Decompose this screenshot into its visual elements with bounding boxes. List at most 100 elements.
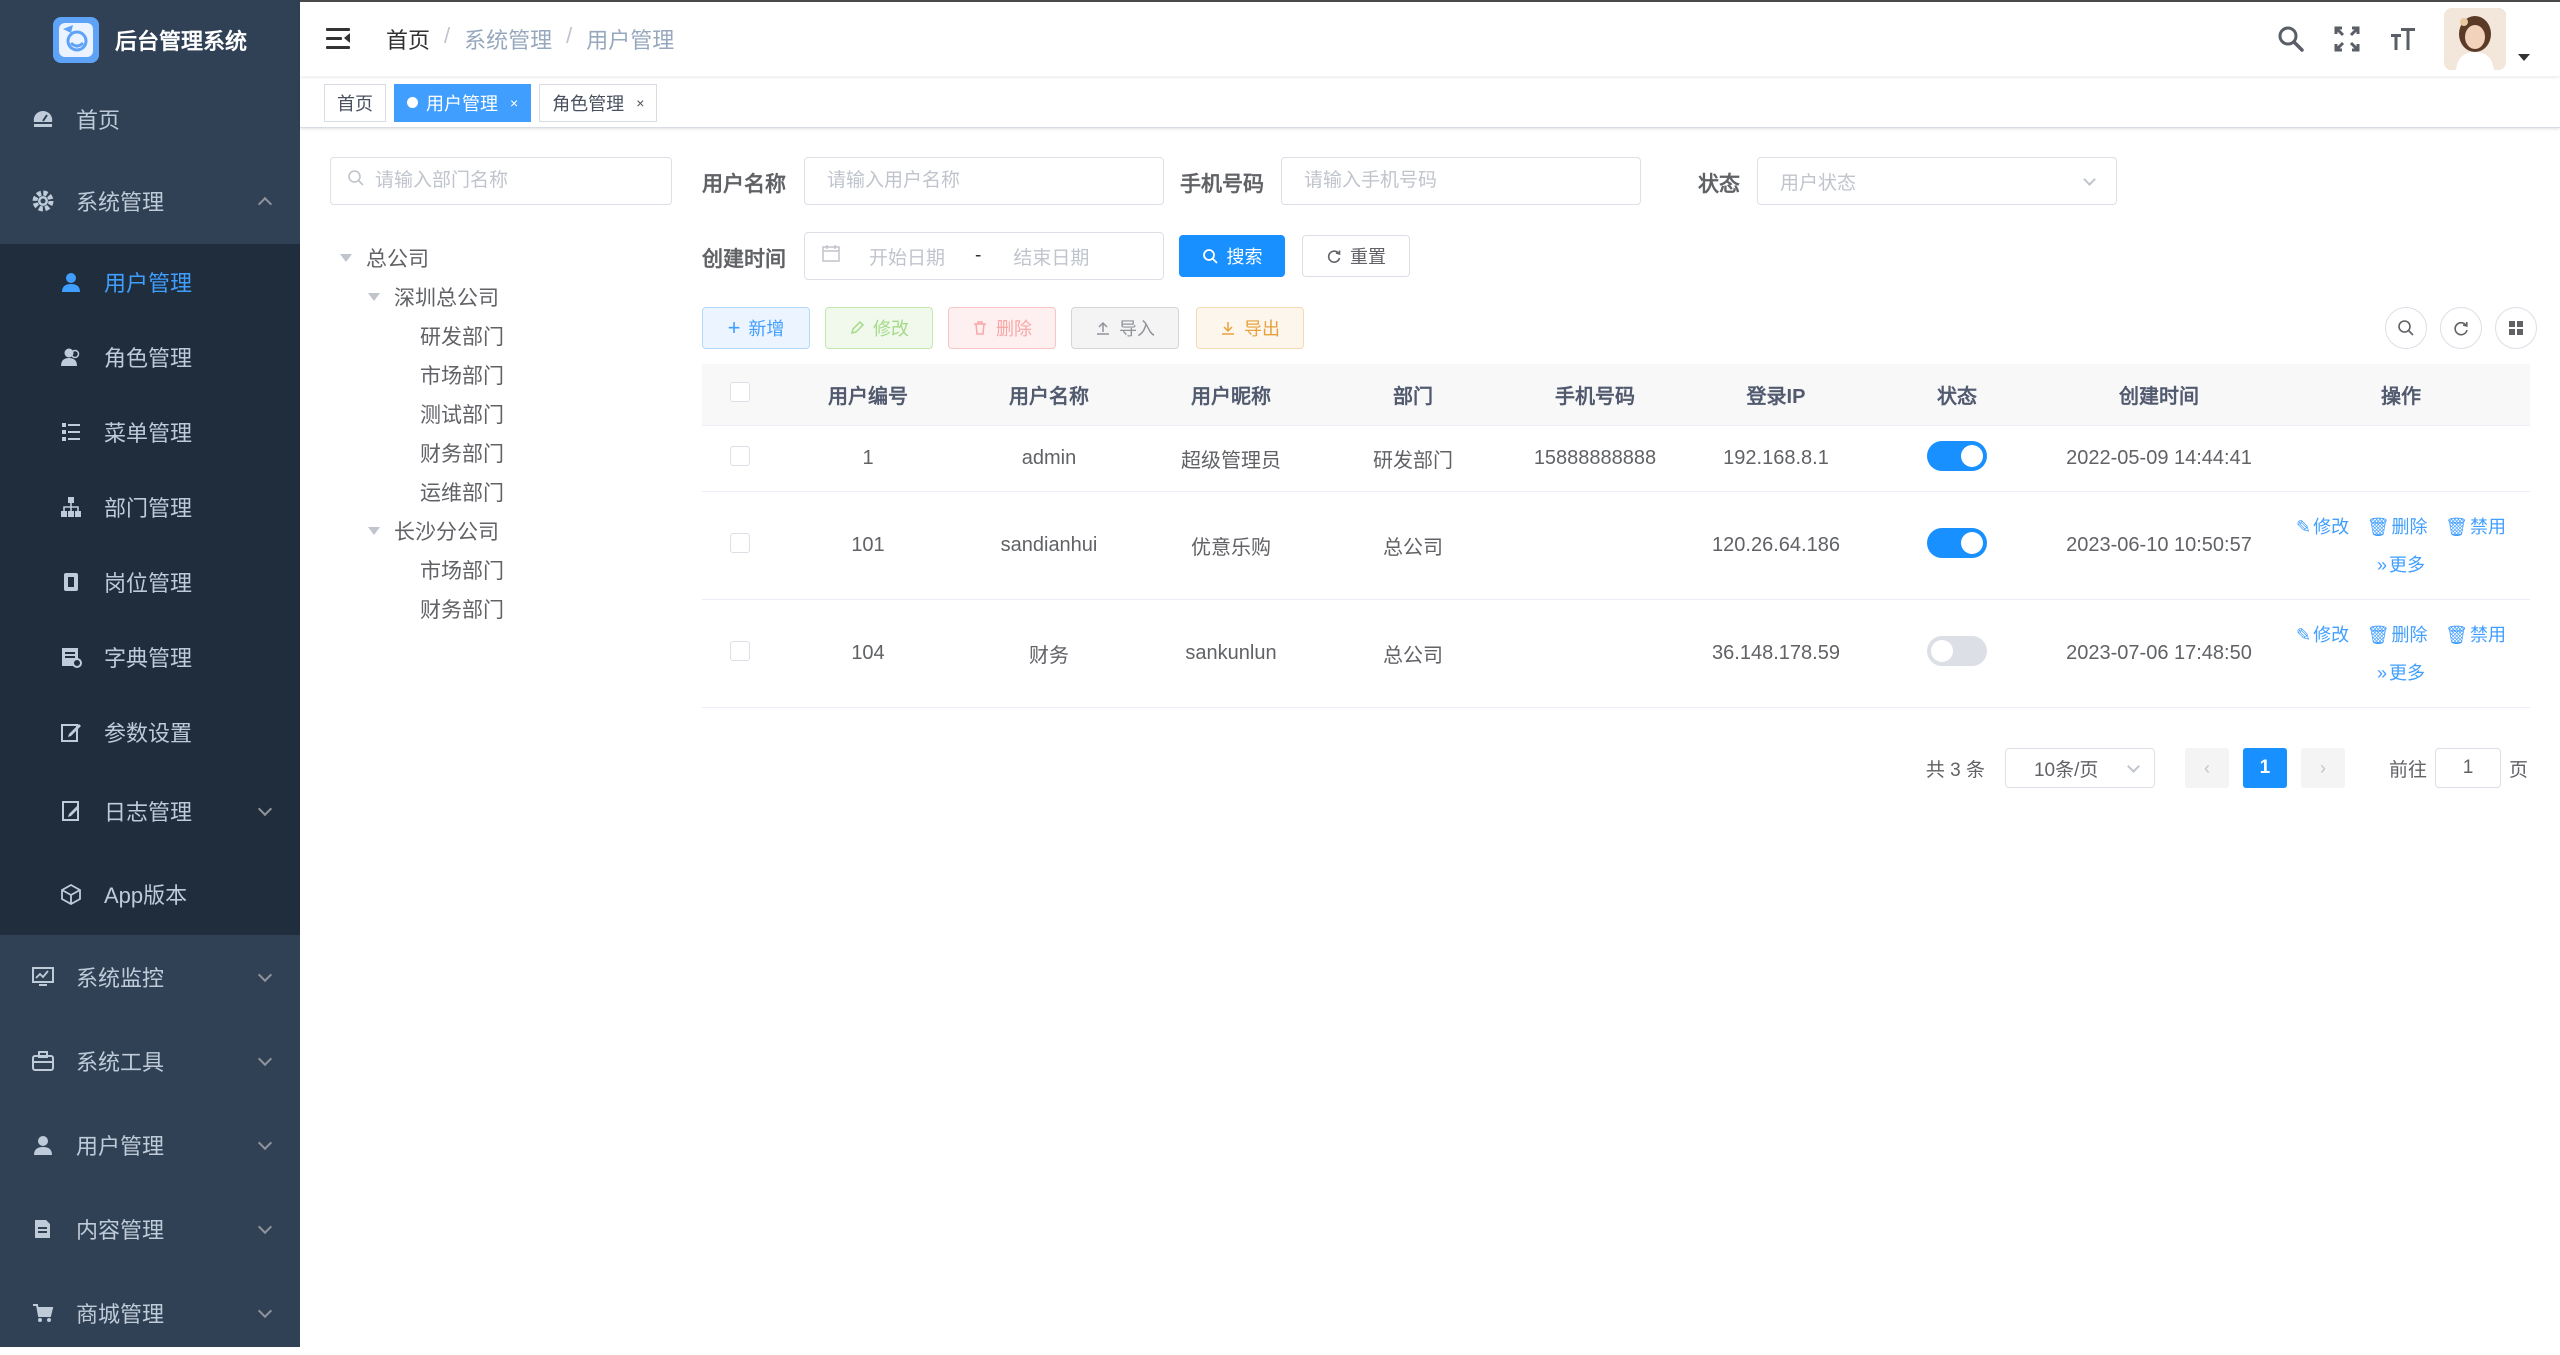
sidebar-item-log-management[interactable]: 日志管理 [0, 769, 300, 853]
tag-role-management[interactable]: 角色管理 × [539, 83, 658, 122]
select-all-checkbox[interactable] [730, 381, 750, 402]
end-date-input[interactable]: 结束日期 [1013, 243, 1089, 270]
sidebar-item-user-management-2[interactable]: 用户管理 [0, 1103, 300, 1187]
tree-node[interactable]: 总公司 [336, 238, 504, 277]
row-checkbox[interactable] [730, 640, 750, 661]
reset-button[interactable]: 重置 [1302, 235, 1410, 277]
delete-button[interactable]: 删除 [948, 307, 1056, 349]
sidebar-item-dept-management[interactable]: 部门管理 [0, 469, 300, 544]
sidebar-item-app-version[interactable]: App版本 [0, 853, 300, 935]
add-button[interactable]: + 新增 [702, 307, 810, 349]
row-checkbox[interactable] [730, 532, 750, 553]
tree-node[interactable]: 研发部门 [336, 316, 504, 355]
row-disable-link[interactable]: 🗑 禁用 [2445, 508, 2506, 546]
fullscreen-icon[interactable] [2332, 24, 2362, 54]
sidebar-item-content[interactable]: 内容管理 [0, 1187, 300, 1271]
delete-button-label: 删除 [996, 319, 1032, 339]
sidebar-item-mall[interactable]: 商城管理 [0, 1271, 300, 1355]
sidebar-item-menu-management[interactable]: 菜单管理 [0, 394, 300, 469]
sidebar-item-home[interactable]: 首页 [0, 80, 300, 158]
cell-user-id: 1 [862, 447, 874, 469]
trash-icon: 🗑 [2366, 624, 2390, 645]
row-more-link[interactable]: » 更多 [2377, 654, 2425, 692]
tree-node[interactable]: 市场部门 [336, 355, 504, 394]
col-header: 用户昵称 [1191, 386, 1271, 408]
status-select[interactable]: 用户状态 [1757, 157, 2117, 205]
sidebar-item-user-management[interactable]: 用户管理 [0, 244, 300, 319]
row-more-link[interactable]: » 更多 [2377, 546, 2425, 584]
tree-node[interactable]: 长沙分公司 [336, 511, 504, 550]
gear-icon [30, 188, 56, 214]
tree-node[interactable]: 测试部门 [336, 394, 504, 433]
tag-home[interactable]: 首页 [324, 83, 386, 122]
date-range-picker[interactable]: 开始日期 - 结束日期 [804, 232, 1164, 280]
row-checkbox[interactable] [730, 445, 750, 466]
caret-down-icon[interactable] [368, 292, 380, 301]
caret-down-icon[interactable] [368, 526, 380, 535]
row-edit-link[interactable]: ✎ 修改 [2296, 616, 2349, 654]
row-disable-link[interactable]: 🗑 禁用 [2445, 616, 2506, 654]
caret-down-icon[interactable] [340, 253, 352, 262]
search-icon [2398, 320, 2414, 336]
prev-page-button[interactable]: ‹ [2184, 748, 2229, 788]
sidebar-item-monitor[interactable]: 系统监控 [0, 935, 300, 1019]
next-page-button[interactable]: › [2300, 748, 2345, 788]
page-size-select[interactable]: 10条/页 [2004, 748, 2155, 788]
status-switch[interactable] [1927, 440, 1987, 471]
sidebar-item-tool[interactable]: 系统工具 [0, 1019, 300, 1103]
tree-node[interactable]: 深圳总公司 [336, 277, 504, 316]
export-button[interactable]: 导出 [1196, 307, 1304, 349]
chevron-down-icon [2083, 173, 2096, 186]
goto-page-field[interactable]: 1 [2434, 748, 2501, 788]
phone-input[interactable] [1304, 170, 1607, 192]
sidebar-item-config[interactable]: 参数设置 [0, 694, 300, 769]
hamburger-icon[interactable] [326, 28, 350, 50]
username-field[interactable] [804, 157, 1164, 205]
tree-node[interactable]: 财务部门 [336, 589, 504, 628]
goto-page-input[interactable]: 1 [2463, 757, 2474, 779]
row-edit-link[interactable]: ✎ 修改 [2296, 508, 2349, 546]
sidebar-item-system[interactable]: 系统管理 [0, 158, 300, 244]
sidebar-item-post-management[interactable]: 岗位管理 [0, 544, 300, 619]
tag-user-management[interactable]: 用户管理 × [394, 83, 532, 122]
row-delete-link[interactable]: 🗑 删除 [2367, 508, 2428, 546]
phone-field[interactable] [1281, 157, 1641, 205]
edit-icon: ✎ [2296, 516, 2312, 537]
dept-search-input[interactable] [375, 170, 655, 192]
close-icon[interactable]: × [510, 95, 518, 111]
tree-node[interactable]: 运维部门 [336, 472, 504, 511]
col-header: 操作 [2381, 386, 2421, 408]
logo[interactable]: 后台管理系统 [0, 0, 300, 80]
chevron-down-icon [257, 1051, 273, 1067]
row-delete-link[interactable]: 🗑 删除 [2367, 616, 2428, 654]
breadcrumb-item[interactable]: 首页 [386, 23, 430, 55]
dept-search-field[interactable] [330, 157, 672, 205]
edit-button[interactable]: 修改 [825, 307, 933, 349]
tree-node[interactable]: 市场部门 [336, 550, 504, 589]
goto-label: 前往 [2388, 759, 2427, 781]
import-button[interactable]: 导入 [1071, 307, 1179, 349]
cell-username: sandianhui [1000, 534, 1098, 556]
search-button[interactable]: 搜索 [1179, 235, 1285, 277]
username-input[interactable] [827, 170, 1130, 192]
status-switch[interactable] [1927, 635, 1987, 666]
page-number-button[interactable]: 1 [2242, 748, 2287, 788]
close-icon[interactable]: × [636, 95, 644, 111]
sidebar-item-label: 日志管理 [104, 800, 193, 825]
start-date-input[interactable]: 开始日期 [869, 243, 945, 270]
caret-down-icon[interactable] [2518, 53, 2530, 61]
sidebar-item-dict-management[interactable]: 字典管理 [0, 619, 300, 694]
tree-node[interactable]: 财务部门 [336, 433, 504, 472]
trash-icon: 🗑 [2366, 516, 2390, 537]
search-icon[interactable] [2276, 24, 2306, 54]
font-size-icon[interactable] [2388, 24, 2418, 54]
breadcrumb-item[interactable]: 系统管理 [464, 23, 552, 55]
avatar[interactable] [2444, 8, 2506, 70]
status-switch[interactable] [1927, 527, 1987, 558]
add-button-label: 新增 [748, 319, 785, 339]
col-header: 部门 [1393, 386, 1433, 408]
sidebar-item-role-management[interactable]: 角色管理 [0, 319, 300, 394]
refresh-button[interactable] [2440, 307, 2482, 349]
toggle-search-button[interactable] [2385, 307, 2427, 349]
columns-button[interactable] [2495, 307, 2537, 349]
